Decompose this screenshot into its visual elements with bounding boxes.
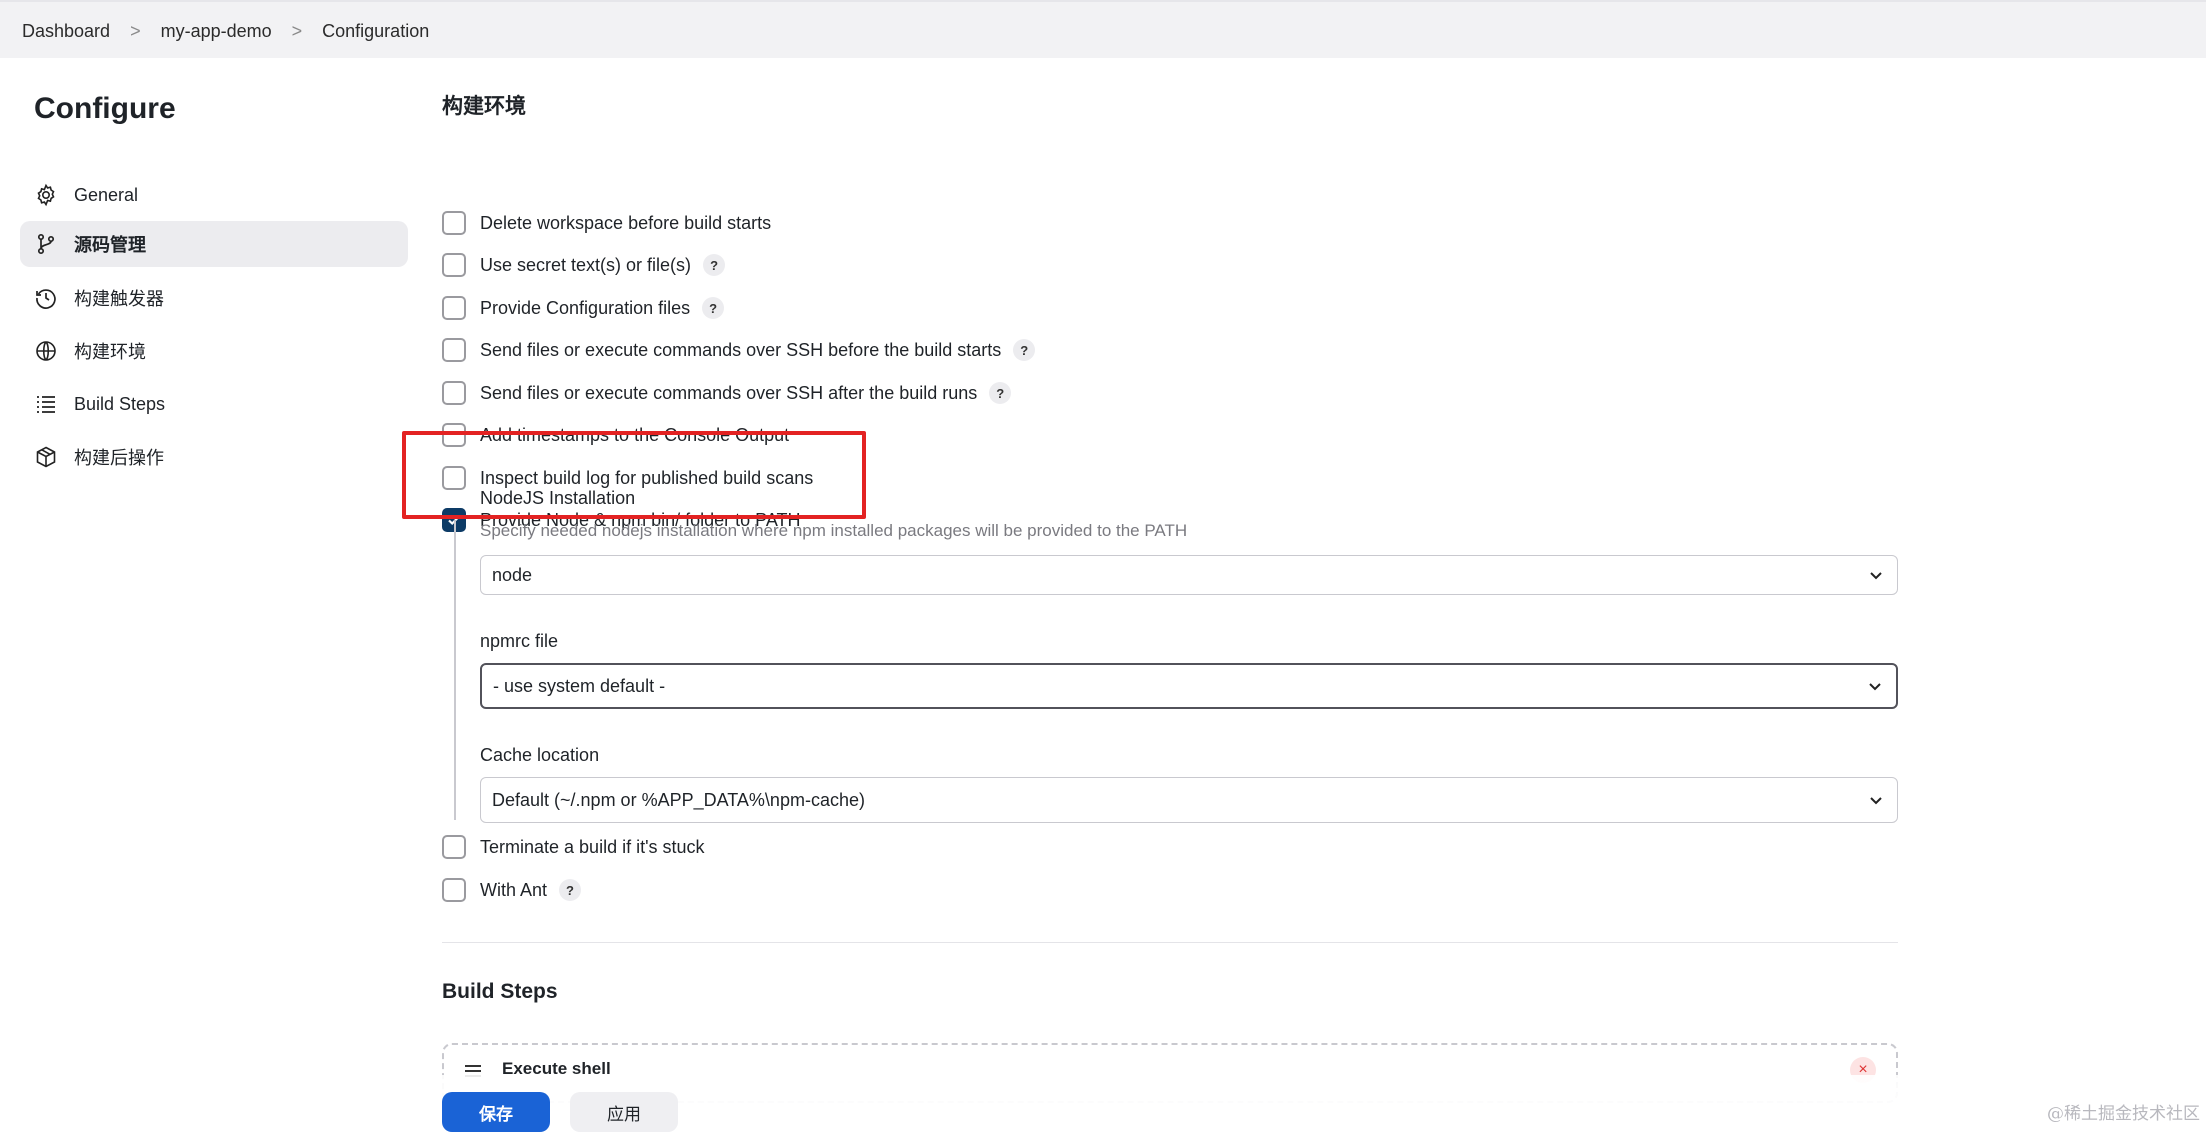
option-ssh-before: Send files or execute commands over SSH … bbox=[442, 335, 1036, 365]
sidebar-item-label: 构建触发器 bbox=[74, 289, 164, 309]
watermark: @稀土掘金技术社区 bbox=[2047, 1104, 2200, 1124]
git-branch-icon bbox=[34, 232, 58, 256]
nodejs-installation-description: Specify needed nodejs installation where… bbox=[480, 521, 1188, 540]
help-icon[interactable]: ? bbox=[703, 254, 726, 276]
nodejs-installation-select[interactable]: node bbox=[480, 555, 1898, 595]
sidebar-item-post-build[interactable]: 构建后操作 bbox=[20, 434, 408, 480]
apply-button[interactable]: 应用 bbox=[570, 1092, 678, 1132]
checkbox[interactable] bbox=[442, 296, 466, 320]
sidebar-item-build-triggers[interactable]: 构建触发器 bbox=[20, 275, 408, 321]
checkbox[interactable] bbox=[442, 381, 466, 405]
npmrc-file-select[interactable]: - use system default - bbox=[480, 663, 1898, 709]
option-terminate-stuck: Terminate a build if it's stuck bbox=[442, 832, 705, 862]
page-title: Configure bbox=[34, 92, 176, 125]
option-label: Send files or execute commands over SSH … bbox=[480, 339, 1002, 360]
option-label: Terminate a build if it's stuck bbox=[480, 836, 705, 857]
sidebar-item-label: 构建后操作 bbox=[74, 448, 164, 468]
globe-icon bbox=[34, 339, 58, 363]
breadcrumb-dashboard[interactable]: Dashboard bbox=[22, 21, 110, 42]
option-config-files: Provide Configuration files ? bbox=[442, 293, 725, 323]
list-icon bbox=[34, 392, 58, 416]
gear-icon bbox=[34, 183, 58, 207]
breadcrumb-separator: > bbox=[291, 20, 303, 41]
help-icon[interactable]: ? bbox=[989, 382, 1012, 404]
cache-location-label: Cache location bbox=[480, 745, 600, 765]
top-bar: Dashboard > my-app-demo > Configuration bbox=[0, 0, 2206, 58]
breadcrumb: Dashboard > my-app-demo > Configuration bbox=[22, 2, 429, 60]
option-with-ant: With Ant ? bbox=[442, 875, 582, 905]
option-ssh-after: Send files or execute commands over SSH … bbox=[442, 378, 1012, 408]
help-icon[interactable]: ? bbox=[702, 297, 725, 319]
checkbox[interactable] bbox=[442, 878, 466, 902]
select-value: - use system default - bbox=[493, 675, 666, 696]
section-divider bbox=[442, 942, 1898, 943]
select-value: Default (~/.npm or %APP_DATA%\npm-cache) bbox=[492, 789, 865, 810]
breadcrumb-project[interactable]: my-app-demo bbox=[161, 21, 272, 42]
option-label: Delete workspace before build starts bbox=[480, 212, 772, 233]
clock-icon bbox=[34, 286, 58, 310]
checkbox[interactable] bbox=[442, 338, 466, 362]
chevron-down-icon bbox=[1869, 683, 1881, 691]
option-label: With Ant bbox=[480, 879, 548, 900]
sidebar-item-build-steps[interactable]: Build Steps bbox=[20, 381, 408, 427]
checkbox[interactable] bbox=[442, 835, 466, 859]
section-title-build-environment: 构建环境 bbox=[442, 95, 526, 118]
sidebar-item-build-environment[interactable]: 构建环境 bbox=[20, 328, 408, 374]
option-label: Use secret text(s) or file(s) bbox=[480, 254, 692, 275]
package-icon bbox=[34, 445, 58, 469]
breadcrumb-separator: > bbox=[130, 20, 141, 41]
checkbox[interactable] bbox=[442, 211, 466, 235]
bottom-action-bar bbox=[0, 1075, 2206, 1129]
sidebar-item-general[interactable]: General bbox=[20, 172, 408, 218]
sidebar-item-label: 构建环境 bbox=[74, 342, 146, 362]
help-icon[interactable]: ? bbox=[1013, 339, 1036, 361]
cache-location-select[interactable]: Default (~/.npm or %APP_DATA%\npm-cache) bbox=[480, 777, 1898, 823]
help-icon[interactable]: ? bbox=[559, 879, 582, 901]
option-secret-text: Use secret text(s) or file(s) ? bbox=[442, 250, 726, 280]
section-title-build-steps: Build Steps bbox=[442, 980, 558, 1003]
option-label: Send files or execute commands over SSH … bbox=[480, 382, 978, 403]
sidebar-item-label: Build Steps bbox=[74, 393, 166, 414]
nested-indent-line bbox=[454, 520, 456, 820]
sidebar-item-label: General bbox=[74, 184, 139, 205]
select-value: node bbox=[492, 564, 533, 585]
save-button[interactable]: 保存 bbox=[442, 1092, 550, 1132]
option-label: Provide Configuration files bbox=[480, 297, 691, 318]
option-delete-workspace: Delete workspace before build starts bbox=[442, 208, 771, 238]
npmrc-file-label: npmrc file bbox=[480, 631, 559, 651]
chevron-down-icon bbox=[1870, 797, 1882, 805]
sidebar-item-label: 源码管理 bbox=[74, 235, 146, 255]
chevron-down-icon bbox=[1870, 572, 1882, 580]
checkbox[interactable] bbox=[442, 253, 466, 277]
sidebar-item-source-control[interactable]: 源码管理 bbox=[20, 221, 408, 267]
breadcrumb-configuration[interactable]: Configuration bbox=[322, 21, 429, 42]
highlight-annotation bbox=[402, 431, 866, 519]
